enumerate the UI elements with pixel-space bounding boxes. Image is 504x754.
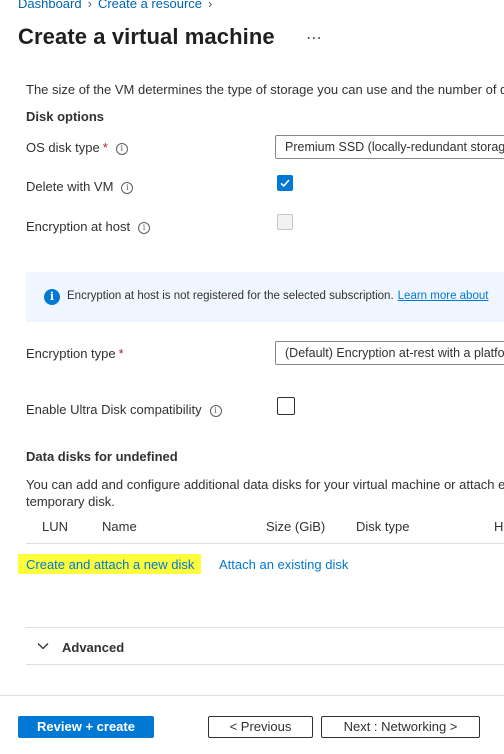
chevron-down-icon — [37, 643, 49, 650]
checkmark-icon — [280, 179, 290, 188]
footer-divider — [0, 695, 504, 696]
column-header-lun: LUN — [42, 519, 69, 534]
column-header-host-caching: H — [494, 519, 504, 534]
data-disks-description: You can add and configure additional dat… — [26, 477, 504, 492]
size-description: The size of the VM determines the type o… — [26, 82, 504, 97]
breadcrumb-create-resource[interactable]: Create a resource — [98, 0, 202, 11]
learn-more-link[interactable]: Learn more about — [398, 290, 489, 302]
data-disks-heading: Data disks for undefined — [26, 449, 178, 464]
column-header-name: Name — [102, 519, 137, 534]
ultra-disk-label: Enable Ultra Disk compatibility i — [26, 402, 222, 417]
data-disks-description-cont: temporary disk. — [26, 494, 115, 509]
advanced-label: Advanced — [62, 640, 125, 655]
review-create-button[interactable]: Review + create — [18, 716, 154, 738]
column-header-size: Size (GiB) — [266, 519, 326, 534]
table-header-divider — [26, 543, 504, 544]
column-header-disk-type: Disk type — [356, 519, 410, 534]
info-filled-icon: i — [44, 289, 60, 305]
disk-options-heading: Disk options — [26, 109, 105, 124]
info-circle-icon[interactable]: i — [121, 182, 134, 194]
required-marker: * — [102, 140, 108, 155]
required-marker: * — [118, 346, 124, 361]
breadcrumb: Dashboard › Create a resource › — [18, 0, 218, 11]
delete-with-vm-label: Delete with VM i — [26, 179, 134, 194]
more-options-button[interactable]: ⋯ — [306, 28, 323, 48]
advanced-section-toggle[interactable]: Advanced — [26, 628, 504, 664]
breadcrumb-dashboard[interactable]: Dashboard — [18, 0, 82, 11]
encryption-type-label: Encryption type * — [26, 346, 124, 361]
info-circle-icon[interactable]: i — [115, 143, 128, 155]
page-title: Create a virtual machine — [18, 24, 275, 49]
delete-with-vm-checkbox[interactable] — [277, 175, 293, 191]
info-circle-icon[interactable]: i — [138, 222, 151, 234]
ultra-disk-checkbox[interactable] — [277, 397, 295, 415]
chevron-right-icon: › — [87, 0, 92, 11]
info-circle-icon[interactable]: i — [209, 405, 222, 417]
attach-existing-disk-link[interactable]: Attach an existing disk — [219, 557, 348, 572]
encryption-at-host-label: Encryption at host i — [26, 219, 151, 234]
os-disk-type-select[interactable]: Premium SSD (locally-redundant storage) — [275, 135, 504, 159]
advanced-bottom-divider — [26, 664, 504, 665]
previous-button[interactable]: < Previous — [208, 716, 313, 738]
create-attach-disk-link[interactable]: Create and attach a new disk — [26, 557, 194, 572]
info-message: Encryption at host is not registered for… — [67, 290, 489, 302]
os-disk-type-label: OS disk type * i — [26, 140, 128, 155]
chevron-right-icon: › — [208, 0, 213, 11]
encryption-type-select[interactable]: (Default) Encryption at-rest with a plat… — [275, 341, 504, 365]
encryption-at-host-checkbox[interactable] — [277, 214, 293, 230]
size-description-clipped — [26, 66, 504, 76]
next-networking-button[interactable]: Next : Networking > — [321, 716, 480, 738]
encryption-info-bar: i Encryption at host is not registered f… — [26, 272, 504, 322]
